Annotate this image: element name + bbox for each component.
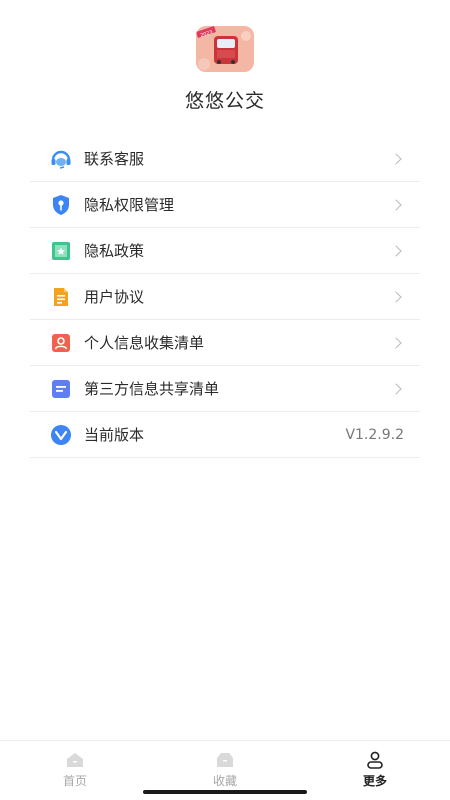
menu-item-third-party-sharing[interactable]: 第三方信息共享清单 (30, 366, 420, 412)
menu-item-label: 个人信息收集清单 (84, 334, 205, 352)
menu-item-label: 隐私权限管理 (84, 196, 175, 214)
bookmark-star-icon (50, 240, 72, 262)
shield-key-icon (50, 194, 72, 216)
menu-item-label: 用户协议 (84, 288, 145, 306)
tab-label: 更多 (362, 774, 387, 788)
home-indicator (143, 790, 307, 794)
menu-item-privacy-policy[interactable]: 隐私政策 (30, 228, 420, 274)
menu-item-label: 隐私政策 (84, 242, 145, 260)
version-icon (50, 424, 72, 446)
headset-icon (50, 148, 72, 170)
person-card-icon (50, 332, 72, 354)
header: 2023 悠悠公交 (0, 0, 450, 140)
tab-label: 首页 (62, 774, 87, 788)
menu-item-label: 联系客服 (84, 150, 145, 168)
profile-icon (365, 751, 385, 769)
app-logo: 2023 (196, 26, 254, 72)
list-card-icon (50, 378, 72, 400)
tab-home[interactable]: 首页 (0, 741, 150, 800)
app-name: 悠悠公交 (184, 90, 265, 112)
menu-item-label: 第三方信息共享清单 (84, 380, 220, 398)
menu-item-user-agreement[interactable]: 用户协议 (30, 274, 420, 320)
tab-more[interactable]: 更多 (300, 741, 450, 800)
tab-label: 收藏 (212, 774, 237, 788)
home-icon (65, 751, 85, 769)
settings-menu: 联系客服 隐私权限管理 隐私政策 用户协议 个人信息收集清单 第三方信息共享清单… (30, 136, 420, 458)
menu-item-contact-support[interactable]: 联系客服 (30, 136, 420, 182)
version-value: V1.2.9.2 (345, 426, 404, 443)
menu-item-current-version[interactable]: 当前版本 V1.2.9.2 (30, 412, 420, 458)
menu-item-personal-info-list[interactable]: 个人信息收集清单 (30, 320, 420, 366)
document-icon (50, 286, 72, 308)
favorites-icon (215, 751, 235, 769)
menu-item-privacy-permissions[interactable]: 隐私权限管理 (30, 182, 420, 228)
